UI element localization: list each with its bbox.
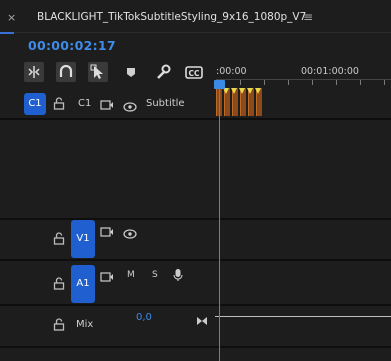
mix-go-to-edit-icon[interactable] (196, 311, 208, 330)
ruler-mid-label: 00:01:00:00 (301, 66, 359, 77)
ruler-tick (384, 80, 385, 85)
track-divider (0, 346, 391, 348)
v1-sync-lock-icon[interactable] (100, 223, 114, 242)
timeline-settings-button[interactable] (153, 62, 173, 82)
a1-sync-lock-icon[interactable] (100, 268, 114, 287)
clip-marker[interactable] (239, 88, 245, 94)
mix-volume-line[interactable] (215, 316, 391, 317)
panel-menu-icon[interactable]: ≡ (303, 10, 313, 24)
clip-marker[interactable] (231, 88, 237, 94)
marker-icon (127, 68, 135, 77)
a1-target-toggle[interactable]: A1 (71, 265, 95, 303)
close-tab-icon[interactable]: × (7, 11, 16, 24)
track-divider (0, 218, 391, 220)
captions-icon: CC (185, 66, 203, 79)
clip-marker[interactable] (247, 88, 253, 94)
c1-lock-icon[interactable] (53, 97, 65, 113)
a1-lock-icon[interactable] (53, 277, 65, 293)
wrench-icon (157, 64, 171, 79)
captions-button[interactable]: CC (184, 62, 204, 82)
track-divider (0, 304, 391, 306)
a1-solo-button[interactable]: S (152, 270, 158, 280)
playhead-timecode[interactable]: 00:00:02:17 (28, 38, 116, 53)
ruler-start-label: :00:00 (216, 66, 247, 77)
magnet-icon (59, 64, 73, 77)
ruler-tick (360, 80, 361, 85)
ruler-tick (336, 80, 337, 85)
playhead-line[interactable] (219, 88, 220, 361)
ruler-tick (288, 80, 289, 85)
clip-marker[interactable] (255, 88, 261, 94)
c1-eye-icon[interactable] (123, 97, 137, 116)
snap-button[interactable] (24, 62, 44, 82)
c1-track-label: Subtitle (146, 98, 185, 109)
linked-selection-button[interactable] (88, 62, 108, 82)
ruler-tick (312, 80, 313, 85)
mix-lock-icon[interactable] (53, 318, 65, 334)
sequence-tab-title[interactable]: BLACKLIGHT_TikTokSubtitleStyling_9x16_10… (37, 11, 306, 23)
mix-track-label: Mix (76, 319, 94, 330)
ruler-tick (264, 80, 265, 85)
c1-track-name: C1 (78, 98, 92, 109)
a1-mute-button[interactable]: M (127, 270, 135, 280)
track-divider (0, 259, 391, 261)
ruler-tick (240, 80, 241, 85)
v1-target-toggle[interactable]: V1 (71, 220, 95, 258)
v1-eye-icon[interactable] (123, 224, 137, 243)
time-ruler[interactable] (216, 79, 391, 80)
magnet-button[interactable] (56, 62, 76, 82)
v1-lock-icon[interactable] (53, 232, 65, 248)
linked-selection-icon (90, 64, 103, 79)
add-marker-button[interactable] (122, 62, 142, 82)
c1-source-toggle[interactable]: C1 (24, 93, 46, 115)
a1-voiceover-record-icon[interactable] (173, 267, 183, 286)
track-divider (0, 118, 391, 120)
mix-volume-value[interactable]: 0,0 (136, 312, 152, 323)
svg-text:CC: CC (188, 69, 200, 78)
snap-icon (28, 66, 40, 78)
c1-sync-lock-icon[interactable] (100, 96, 114, 115)
active-tab-indicator (0, 32, 14, 34)
